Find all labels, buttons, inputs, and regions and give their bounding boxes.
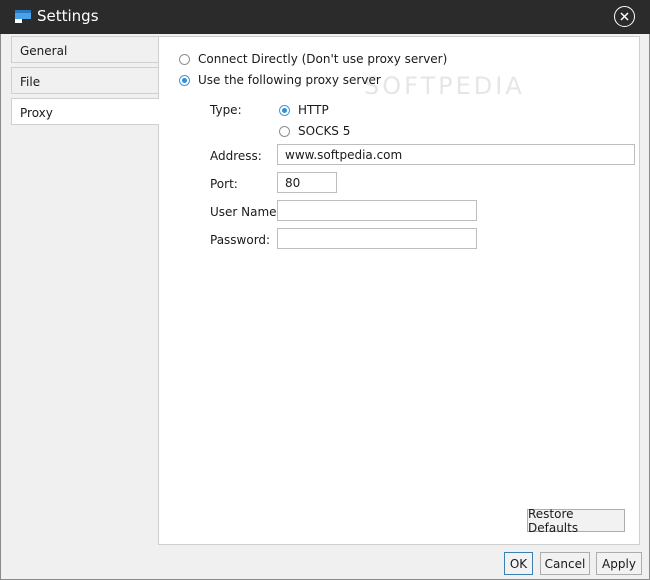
window-title: Settings <box>37 7 99 25</box>
tab-proxy-label: Proxy <box>20 106 53 120</box>
type-http-label: HTTP <box>298 103 329 117</box>
tab-file-label: File <box>20 75 41 89</box>
ok-button[interactable]: OK <box>504 552 533 575</box>
softpedia-watermark: SOFTPEDIA <box>364 72 525 100</box>
port-input[interactable]: 80 <box>277 172 337 193</box>
type-label: Type: <box>210 103 242 117</box>
password-label: Password: <box>210 233 271 247</box>
title-bar: Settings <box>0 0 650 34</box>
port-label: Port: <box>210 177 238 191</box>
type-socks-label: SOCKS 5 <box>298 124 351 138</box>
tab-file[interactable]: File <box>11 67 159 94</box>
connect-directly-option[interactable]: Connect Directly (Don't use proxy server… <box>179 52 447 66</box>
use-proxy-option[interactable]: Use the following proxy server <box>179 73 381 87</box>
use-proxy-label: Use the following proxy server <box>198 73 381 87</box>
type-http-option[interactable]: HTTP <box>279 103 329 117</box>
apply-button[interactable]: Apply <box>596 552 642 575</box>
use-proxy-radio[interactable] <box>179 74 190 86</box>
password-input[interactable] <box>277 228 477 249</box>
tab-general[interactable]: General <box>11 36 159 63</box>
settings-window: General File Proxy SOFTPEDIA Connect Dir… <box>0 34 650 580</box>
tab-general-label: General <box>20 44 68 58</box>
type-http-radio[interactable] <box>279 104 290 116</box>
address-input[interactable]: www.softpedia.com <box>277 144 635 165</box>
username-label: User Name: <box>210 205 281 219</box>
restore-defaults-button[interactable]: Restore Defaults <box>527 507 625 535</box>
cancel-button[interactable]: Cancel <box>540 552 590 575</box>
close-button[interactable] <box>614 6 635 27</box>
type-socks-radio[interactable] <box>279 125 290 137</box>
proxy-panel: SOFTPEDIA Connect Directly (Don't use pr… <box>158 36 640 545</box>
username-input[interactable] <box>277 200 477 221</box>
address-label: Address: <box>210 149 262 163</box>
type-socks-option[interactable]: SOCKS 5 <box>279 124 350 138</box>
tab-proxy[interactable]: Proxy <box>11 98 159 125</box>
app-icon <box>15 10 31 23</box>
connect-directly-label: Connect Directly (Don't use proxy server… <box>198 52 448 66</box>
close-icon <box>620 12 629 21</box>
connect-directly-radio[interactable] <box>179 53 190 65</box>
